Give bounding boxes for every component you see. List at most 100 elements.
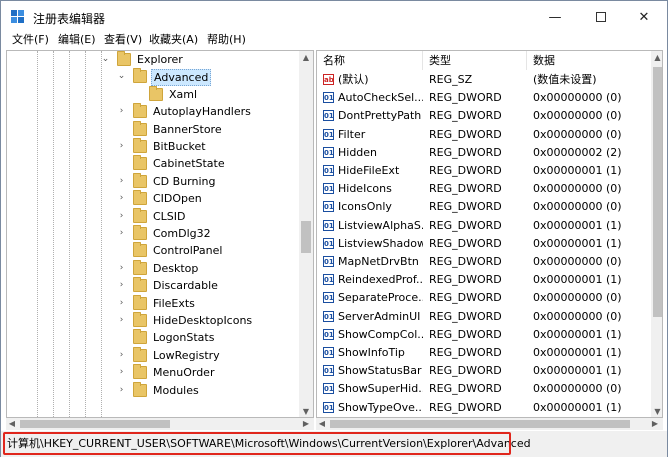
- maximize-button[interactable]: [578, 1, 624, 33]
- table-row[interactable]: 01 ShowCompCol... REG_DWORD 0x00000001 (1): [317, 326, 651, 344]
- chevron-right-icon[interactable]: ›: [117, 316, 126, 325]
- tree-node[interactable]: BannerStore: [7, 120, 299, 139]
- tree-node-label[interactable]: CLSID: [151, 209, 188, 224]
- tree-node[interactable]: ControlPanel: [7, 242, 299, 260]
- table-row[interactable]: 01 HideFileExt REG_DWORD 0x00000001 (1): [317, 162, 651, 180]
- scroll-thumb[interactable]: [653, 67, 662, 317]
- chevron-right-icon[interactable]: ›: [117, 281, 126, 290]
- tree-node[interactable]: › CLSID: [7, 207, 299, 226]
- column-header-name[interactable]: 名称: [317, 51, 423, 70]
- registry-values-list[interactable]: 名称 类型 数据 ab (默认) REG_SZ (数值未设置) 01 AutoCheckS…: [316, 50, 663, 418]
- table-row[interactable]: 01 Hidden REG_DWORD 0x00000002 (2): [317, 144, 651, 162]
- tree-node[interactable]: CabinetState: [7, 155, 299, 173]
- table-row[interactable]: 01 SeparateProce... REG_DWORD 0x00000000 (0…: [317, 289, 651, 307]
- tree-node[interactable]: › AutoplayHandlers: [7, 103, 299, 121]
- tree-node-label[interactable]: HideDesktopIcons: [151, 313, 254, 328]
- chevron-right-icon[interactable]: ›: [117, 107, 126, 116]
- tree-node-label[interactable]: AutoplayHandlers: [151, 104, 253, 119]
- chevron-right-icon[interactable]: ›: [117, 298, 126, 308]
- tree-node-label[interactable]: Advanced: [151, 69, 212, 87]
- table-row[interactable]: 01 ShowSuperHid... REG_DWORD 0x00000000 (0): [317, 380, 651, 398]
- table-row[interactable]: 01 IconsOnly REG_DWORD 0x00000000 (0): [317, 198, 651, 216]
- chevron-down-icon[interactable]: ⌄: [117, 72, 126, 81]
- chevron-right-icon[interactable]: ›: [117, 176, 126, 186]
- list-vertical-scrollbar[interactable]: ▲ ▼: [651, 51, 662, 417]
- tree-node[interactable]: › FileExts: [7, 294, 299, 313]
- scroll-up-arrow-icon[interactable]: ▲: [651, 51, 662, 65]
- tree-node[interactable]: Xaml: [7, 85, 299, 104]
- scroll-right-arrow-icon[interactable]: ▶: [300, 418, 312, 430]
- table-row[interactable]: 01 Filter REG_DWORD 0x00000000 (0): [317, 126, 651, 144]
- table-row[interactable]: ab (默认) REG_SZ (数值未设置): [317, 71, 651, 89]
- scroll-thumb[interactable]: [20, 420, 170, 428]
- table-row[interactable]: 01 ListviewAlphaS... REG_DWORD 0x00000001 (…: [317, 217, 651, 235]
- tree-node[interactable]: › Discardable: [7, 277, 299, 295]
- tree-horizontal-scrollbar[interactable]: ◀ ▶: [6, 418, 314, 430]
- tree-node[interactable]: › CD Burning: [7, 172, 299, 191]
- tree-node[interactable]: › CIDOpen: [7, 190, 299, 208]
- tree-node-label[interactable]: LowRegistry: [151, 348, 222, 363]
- table-row[interactable]: 01 MapNetDrvBtn REG_DWORD 0x00000000 (0): [317, 253, 651, 271]
- tree-node[interactable]: › HideDesktopIcons: [7, 312, 299, 330]
- chevron-right-icon[interactable]: ›: [117, 368, 126, 377]
- tree-vertical-scrollbar[interactable]: ▲ ▼: [299, 51, 313, 417]
- tree-node-label[interactable]: FileExts: [151, 296, 197, 311]
- title-bar[interactable]: 注册表编辑器 — ✕: [1, 1, 667, 33]
- chevron-right-icon[interactable]: ›: [117, 263, 126, 273]
- table-row[interactable]: 01 ShowInfoTip REG_DWORD 0x00000001 (1): [317, 344, 651, 362]
- table-row[interactable]: 01 AutoCheckSel... REG_DWORD 0x00000000 (0): [317, 89, 651, 107]
- tree-node-label[interactable]: CIDOpen: [151, 191, 204, 206]
- scroll-thumb[interactable]: [330, 420, 630, 428]
- tree-node-label[interactable]: Xaml: [167, 87, 199, 102]
- table-row[interactable]: 01 DontPrettyPath REG_DWORD 0x00000000 (0): [317, 107, 651, 125]
- table-row[interactable]: 01 ListviewShadow REG_DWORD 0x00000001 (1): [317, 235, 651, 253]
- chevron-right-icon[interactable]: ›: [117, 194, 126, 203]
- chevron-right-icon[interactable]: ›: [117, 350, 126, 360]
- tree-node-label[interactable]: Desktop: [151, 261, 200, 276]
- table-row[interactable]: 01 ServerAdminUI REG_DWORD 0x00000000 (0): [317, 308, 651, 326]
- column-header-data[interactable]: 数据: [527, 51, 651, 70]
- menu-file[interactable]: 文件(F): [12, 33, 49, 47]
- chevron-down-icon[interactable]: ⌄: [101, 55, 110, 64]
- table-row[interactable]: 01 ShowTypeOve... REG_DWORD 0x00000001 (1): [317, 399, 651, 417]
- chevron-right-icon[interactable]: ›: [117, 385, 126, 395]
- scroll-left-arrow-icon[interactable]: ◀: [316, 418, 328, 430]
- minimize-button[interactable]: —: [532, 1, 578, 33]
- chevron-right-icon[interactable]: ›: [117, 229, 126, 238]
- chevron-right-icon[interactable]: ›: [117, 211, 126, 221]
- tree-node-label[interactable]: BannerStore: [151, 122, 224, 137]
- scroll-up-arrow-icon[interactable]: ▲: [299, 51, 313, 65]
- scroll-down-arrow-icon[interactable]: ▼: [299, 405, 313, 417]
- close-button[interactable]: ✕: [621, 1, 667, 33]
- tree-node[interactable]: › LowRegistry: [7, 346, 299, 365]
- tree-node-label[interactable]: ControlPanel: [151, 243, 224, 258]
- tree-node[interactable]: › ComDlg32: [7, 225, 299, 243]
- tree-node-label[interactable]: CabinetState: [151, 156, 227, 171]
- tree-node-label[interactable]: CD Burning: [151, 174, 217, 189]
- tree-node-label[interactable]: ComDlg32: [151, 226, 213, 241]
- tree-node[interactable]: ⌄ Explorer: [7, 51, 299, 69]
- scroll-down-arrow-icon[interactable]: ▼: [651, 405, 662, 417]
- tree-node[interactable]: › MenuOrder: [7, 364, 299, 382]
- tree-node[interactable]: › Modules: [7, 381, 299, 400]
- tree-node[interactable]: › Desktop: [7, 259, 299, 278]
- tree-node[interactable]: LogonStats: [7, 329, 299, 347]
- scroll-right-arrow-icon[interactable]: ▶: [649, 418, 661, 430]
- menu-help[interactable]: 帮助(H): [207, 33, 246, 47]
- table-row[interactable]: 01 ReindexedProf... REG_DWORD 0x00000001 (1…: [317, 271, 651, 289]
- tree-node-label[interactable]: BitBucket: [151, 139, 208, 154]
- chevron-right-icon[interactable]: ›: [117, 142, 126, 151]
- tree-node[interactable]: › BitBucket: [7, 138, 299, 156]
- tree-node-label[interactable]: Discardable: [151, 278, 220, 293]
- tree-node-label[interactable]: LogonStats: [151, 330, 216, 345]
- tree-node-label[interactable]: Explorer: [135, 52, 185, 67]
- registry-key-tree[interactable]: ⌄ Explorer ⌄ Advanced Xaml › AutoplayHandlers B…: [6, 50, 314, 418]
- scroll-left-arrow-icon[interactable]: ◀: [6, 418, 18, 430]
- tree-node-label[interactable]: MenuOrder: [151, 365, 216, 380]
- table-row[interactable]: 01 HideIcons REG_DWORD 0x00000000 (0): [317, 180, 651, 198]
- scroll-thumb[interactable]: [301, 221, 311, 253]
- menu-edit[interactable]: 编辑(E): [58, 33, 96, 47]
- list-horizontal-scrollbar[interactable]: ◀ ▶: [316, 418, 663, 430]
- tree-node-label[interactable]: Modules: [151, 383, 201, 398]
- menu-favorites[interactable]: 收藏夹(A): [149, 33, 198, 47]
